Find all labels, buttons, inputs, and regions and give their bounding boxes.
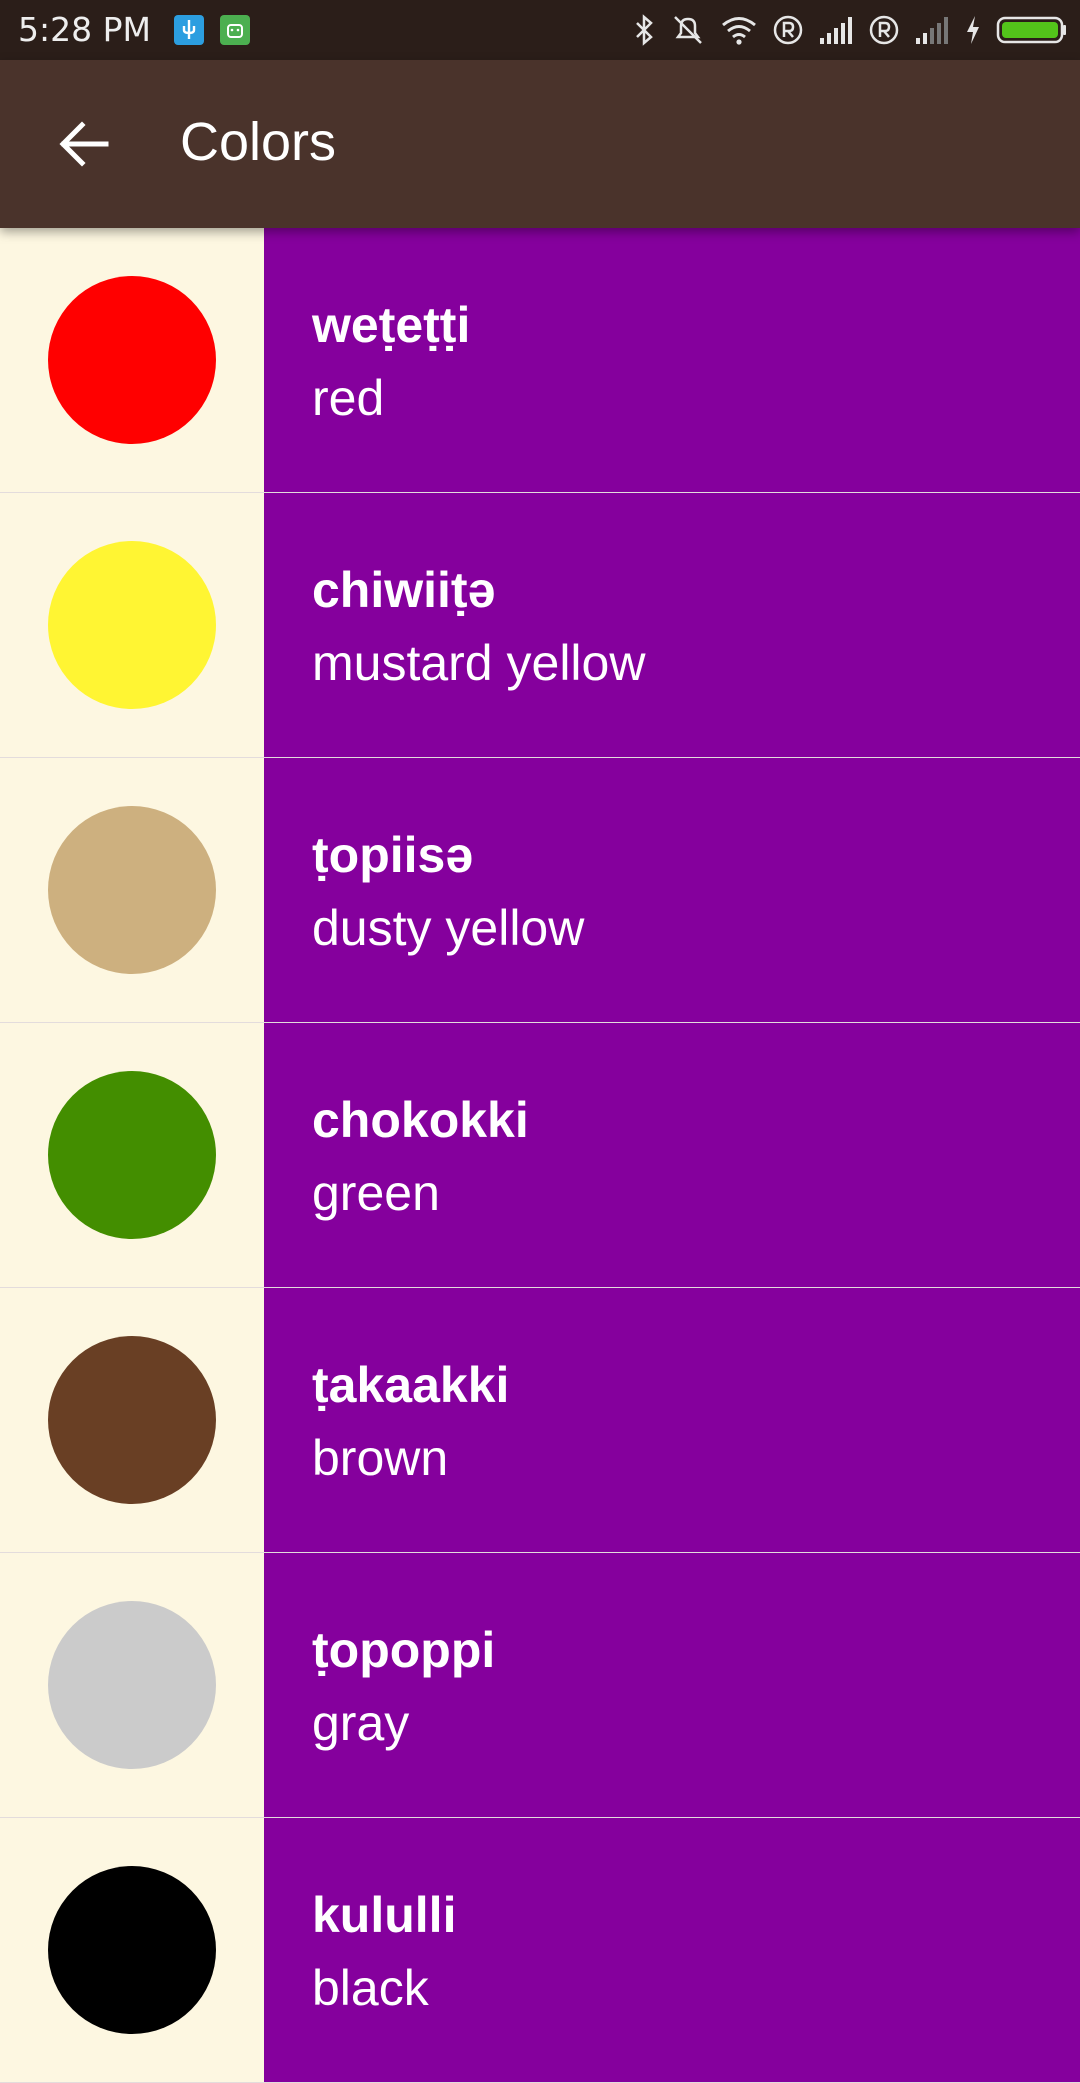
- android-debug-icon: [220, 15, 250, 45]
- list-item[interactable]: ṭopiisə dusty yellow: [0, 758, 1080, 1023]
- swatch-area: [0, 1553, 264, 1817]
- status-time: 5:28 PM: [18, 10, 151, 49]
- text-area: chokokki green: [264, 1023, 1080, 1287]
- color-swatch: [48, 541, 216, 709]
- color-swatch: [48, 1601, 216, 1769]
- swatch-area: [0, 228, 264, 492]
- list-item[interactable]: ṭakaakki brown: [0, 1288, 1080, 1553]
- text-area: ṭopoppi gray: [264, 1553, 1080, 1817]
- list-item[interactable]: weṭeṭṭi red: [0, 228, 1080, 493]
- text-area: weṭeṭṭi red: [264, 228, 1080, 492]
- list-item[interactable]: ṭopoppi gray: [0, 1553, 1080, 1818]
- list-item[interactable]: chokokki green: [0, 1023, 1080, 1288]
- word-label: ṭopiisə: [312, 827, 474, 883]
- swatch-area: [0, 758, 264, 1022]
- swatch-area: [0, 1023, 264, 1287]
- word-label: weṭeṭṭi: [312, 297, 471, 353]
- bluetooth-icon: [632, 14, 656, 46]
- word-label: chokokki: [312, 1092, 529, 1148]
- swatch-area: [0, 1818, 264, 2082]
- color-swatch: [48, 1071, 216, 1239]
- usb-icon: [174, 15, 204, 45]
- swatch-area: [0, 1288, 264, 1552]
- alarm-off-icon: [670, 13, 706, 47]
- word-label: kululli: [312, 1887, 457, 1943]
- text-area: ṭakaakki brown: [264, 1288, 1080, 1552]
- translation-label: green: [312, 1165, 440, 1221]
- translation-label: brown: [312, 1430, 449, 1486]
- text-area: ṭopiisə dusty yellow: [264, 758, 1080, 1022]
- text-area: kululli black: [264, 1818, 1080, 2082]
- word-label: ṭopoppi: [312, 1622, 496, 1678]
- arrow-left-icon: [59, 121, 109, 167]
- roaming-r-icon: [868, 14, 900, 46]
- color-list[interactable]: weṭeṭṭi red chiwiiṭə mustard yellow ṭopi…: [0, 228, 1080, 2083]
- battery-icon: [996, 14, 1068, 46]
- signal-icon: [818, 14, 854, 46]
- color-swatch: [48, 806, 216, 974]
- signal-weak-icon: [914, 14, 950, 46]
- translation-label: gray: [312, 1695, 410, 1751]
- color-swatch: [48, 1336, 216, 1504]
- wifi-icon: [720, 14, 758, 46]
- word-label: chiwiiṭə: [312, 562, 496, 618]
- color-swatch: [48, 276, 216, 444]
- word-label: ṭakaakki: [312, 1357, 510, 1413]
- color-swatch: [48, 1866, 216, 2034]
- translation-label: black: [312, 1960, 429, 2016]
- text-area: chiwiiṭə mustard yellow: [264, 493, 1080, 757]
- swatch-area: [0, 493, 264, 757]
- app-bar: Colors: [0, 60, 1080, 228]
- status-bar: 5:28 PM: [0, 0, 1080, 60]
- list-item[interactable]: chiwiiṭə mustard yellow: [0, 493, 1080, 758]
- translation-label: dusty yellow: [312, 900, 585, 956]
- status-icons: [632, 0, 1068, 60]
- page-title: Colors: [180, 112, 337, 172]
- translation-label: red: [312, 370, 385, 426]
- translation-label: mustard yellow: [312, 635, 646, 691]
- back-button[interactable]: [40, 104, 128, 184]
- roaming-r-icon: [772, 14, 804, 46]
- charging-icon: [964, 14, 982, 46]
- list-item[interactable]: kululli black: [0, 1818, 1080, 2083]
